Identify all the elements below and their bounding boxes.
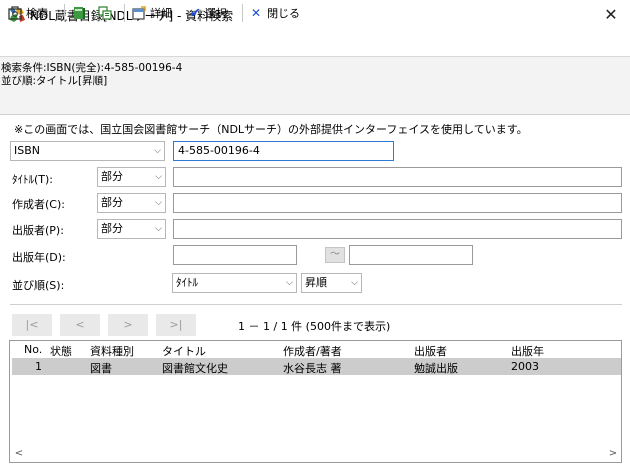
- pub-year-to-input[interactable]: [349, 245, 473, 265]
- author-input[interactable]: [173, 193, 622, 213]
- pub-year-from-input[interactable]: [173, 245, 297, 265]
- toolbar-separator: [124, 4, 125, 22]
- sort-order-value: 昇順: [305, 276, 327, 289]
- detail-button[interactable]: 詳細: [132, 3, 172, 23]
- select-button[interactable]: ✔ 選択: [190, 3, 227, 23]
- sort-field-value: ﾀｲﾄﾙ: [176, 276, 198, 289]
- chevron-down-icon: ⌵: [154, 146, 161, 156]
- chevron-down-icon: ⌵: [351, 278, 358, 288]
- column-header-status[interactable]: 状態: [50, 343, 72, 359]
- next-page-button[interactable]: >: [108, 314, 148, 336]
- publisher-match-value: 部分: [101, 222, 123, 235]
- author-match-select[interactable]: 部分 ⌵: [97, 193, 166, 213]
- select-button-label: 選択: [204, 7, 227, 20]
- search-button-label: 検索: [26, 7, 48, 20]
- range-separator: ～: [325, 247, 345, 263]
- title-input[interactable]: [173, 167, 622, 187]
- sort-field-select[interactable]: ﾀｲﾄﾙ ⌵: [172, 273, 297, 293]
- toolbar-separator: [64, 4, 65, 22]
- book-icon: [72, 6, 86, 20]
- result-range-text: 1 － 1 / 1 件 (500件まで表示): [238, 320, 391, 333]
- chevron-down-icon: ⌵: [155, 172, 162, 182]
- first-page-button[interactable]: |<: [12, 314, 52, 336]
- publisher-label: 出版者(P):: [12, 224, 64, 237]
- search-key-input[interactable]: 4-585-00196-4: [173, 141, 394, 161]
- title-match-value: 部分: [101, 170, 123, 183]
- column-header-author[interactable]: 作成者/著者: [283, 343, 342, 359]
- title-label: ﾀｲﾄﾙ(T):: [12, 173, 54, 186]
- publisher-input[interactable]: [173, 219, 622, 239]
- prev-page-button[interactable]: <: [60, 314, 100, 336]
- column-header-year[interactable]: 出版年: [511, 343, 544, 359]
- scroll-right-arrow[interactable]: >: [606, 446, 620, 462]
- chevron-down-icon: ⌵: [155, 198, 162, 208]
- chevron-down-icon: ⌵: [155, 224, 162, 234]
- row-no: 1: [35, 360, 42, 373]
- sort-label: 並び順(S):: [12, 279, 65, 292]
- horizontal-scrollbar[interactable]: [10, 446, 621, 462]
- close-button-label: 閉じる: [267, 7, 301, 20]
- close-x-icon: ✕: [251, 6, 262, 20]
- copy-button[interactable]: [98, 3, 116, 23]
- chevron-down-icon: ⌵: [286, 278, 293, 288]
- search-button[interactable]: 検索: [8, 3, 48, 23]
- scroll-left-arrow[interactable]: <: [12, 446, 26, 462]
- detail-button-label: 詳細: [150, 7, 172, 20]
- sort-order-select[interactable]: 昇順 ⌵: [301, 273, 362, 293]
- author-match-value: 部分: [101, 196, 123, 209]
- copy-icon: [98, 6, 112, 20]
- author-label: 作成者(C):: [12, 198, 65, 211]
- row-author: 水谷長志 著: [283, 362, 342, 375]
- row-title: 図書館文化史: [162, 362, 228, 375]
- divider: [10, 304, 622, 305]
- publisher-match-select[interactable]: 部分 ⌵: [97, 219, 166, 239]
- book-button[interactable]: [72, 3, 90, 23]
- pub-year-label: 出版年(D):: [12, 251, 66, 264]
- search-key-select[interactable]: ISBN ⌵: [10, 141, 165, 161]
- row-year: 2003: [511, 360, 539, 373]
- column-header-type[interactable]: 資料種別: [90, 343, 134, 359]
- toolbar-separator: [242, 4, 243, 22]
- api-notice-text: ※この画面では、国立国会図書館サーチ（NDLサーチ）の外部提供インターフェイスを…: [14, 123, 528, 136]
- last-page-button[interactable]: >|: [156, 314, 196, 336]
- title-match-select[interactable]: 部分 ⌵: [97, 167, 166, 187]
- search-key-value: ISBN: [14, 144, 41, 157]
- column-header-title[interactable]: タイトル: [162, 343, 206, 359]
- detail-icon: [132, 6, 146, 20]
- search-toolbar-icon: [8, 6, 22, 20]
- check-icon: ✔: [190, 5, 201, 21]
- close-dialog-button[interactable]: ✕ 閉じる: [251, 3, 300, 23]
- column-header-no[interactable]: No.: [24, 343, 42, 356]
- row-publisher: 勉誠出版: [414, 362, 458, 375]
- toolbar: [0, 31, 630, 57]
- window-close-button[interactable]: ✕: [596, 1, 626, 29]
- sort-condition-text: 並び順:タイトル[昇順]: [1, 75, 108, 87]
- column-header-publisher[interactable]: 出版者: [414, 343, 447, 359]
- row-type: 図書: [90, 362, 112, 375]
